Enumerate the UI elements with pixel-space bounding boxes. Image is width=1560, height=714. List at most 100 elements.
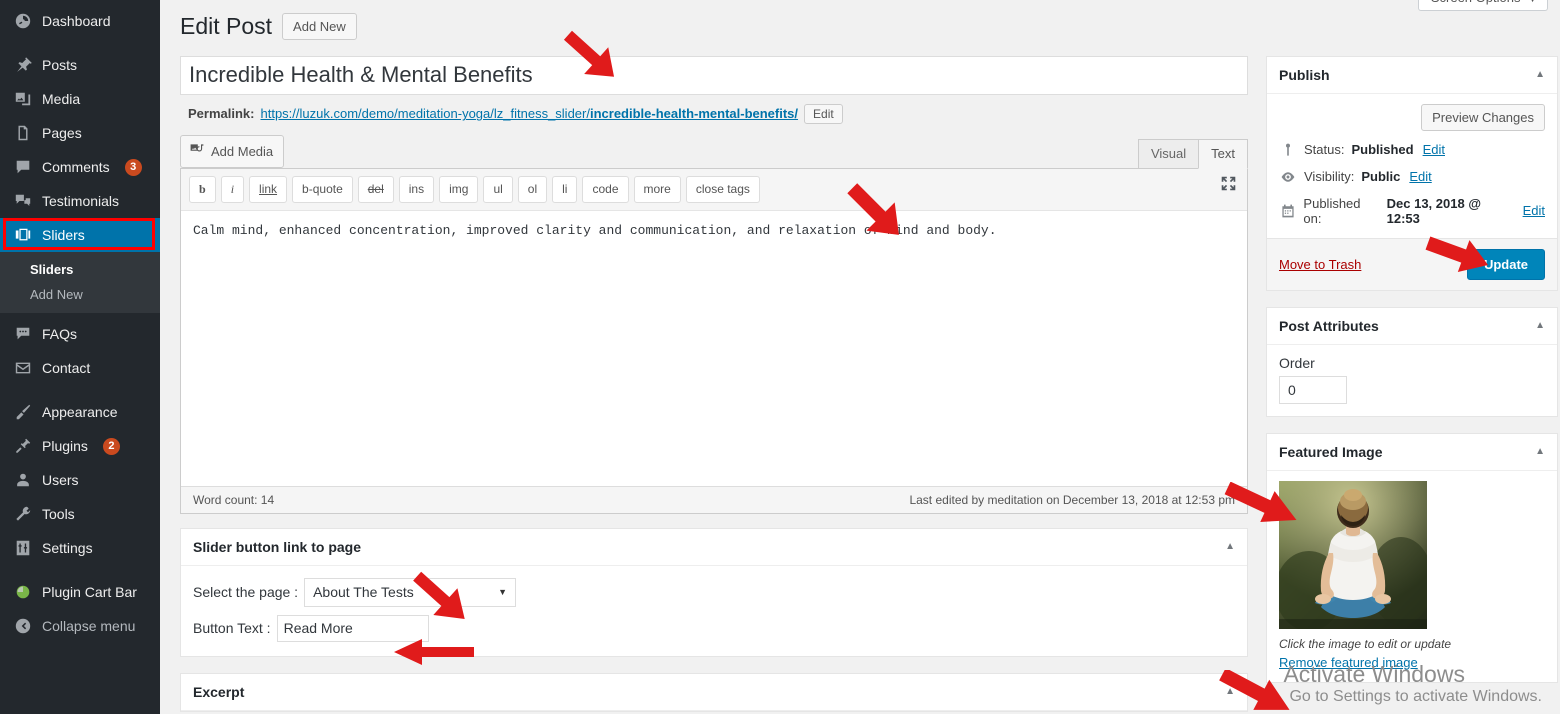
status-row: Status: Published Edit <box>1279 142 1545 158</box>
status-edit-link[interactable]: Edit <box>1423 142 1445 157</box>
tab-visual[interactable]: Visual <box>1137 138 1199 169</box>
submenu-item-add-new[interactable]: Add New <box>0 282 160 307</box>
sidebar-item-label: Users <box>42 472 79 488</box>
remove-featured-image-link[interactable]: Remove featured image <box>1279 655 1545 670</box>
last-edited-info: Last edited by meditation on December 13… <box>909 492 1235 507</box>
sidebar-item-plugins[interactable]: Plugins 2 <box>0 429 160 463</box>
add-media-icon <box>189 142 205 161</box>
chevron-down-icon: ▼ <box>498 587 508 598</box>
sidebar-item-testimonials[interactable]: Testimonials <box>0 184 160 218</box>
qt-button-code[interactable]: code <box>582 175 629 203</box>
chevron-up-icon[interactable]: ▲ <box>1225 541 1235 552</box>
plugins-count-badge: 2 <box>102 437 120 455</box>
published-on-row: Published on: Dec 13, 2018 @ 12:53 Edit <box>1279 196 1545 226</box>
sidebar-item-comments[interactable]: Comments 3 <box>0 150 160 184</box>
testimonials-icon <box>13 191 33 211</box>
qt-button-ol[interactable]: ol <box>517 175 548 203</box>
move-to-trash-link[interactable]: Move to Trash <box>1279 257 1361 272</box>
wordpress-admin-screen: Dashboard Posts Media Pages Comments 3 T… <box>0 0 1560 714</box>
published-on-value: Dec 13, 2018 @ 12:53 <box>1386 195 1481 226</box>
add-new-button[interactable]: Add New <box>282 13 357 41</box>
screen-options-toggle[interactable]: Screen Options ▼ <box>1417 0 1548 11</box>
qt-button-b[interactable]: b <box>189 175 216 203</box>
featured-image-header: Featured Image ▲ <box>1267 434 1557 471</box>
qt-button-ins[interactable]: ins <box>398 175 435 203</box>
sidebar-item-faqs[interactable]: FAQs <box>0 317 160 351</box>
sidebar-item-users[interactable]: Users <box>0 463 160 497</box>
publish-panel-title: Publish <box>1279 66 1330 83</box>
sidebar-item-label: Collapse menu <box>42 618 136 634</box>
select-page-value: About The Tests <box>313 584 414 601</box>
status-value: Published <box>1351 142 1414 158</box>
publish-panel-header: Publish ▲ <box>1267 57 1557 94</box>
qt-button-link[interactable]: link <box>249 175 288 203</box>
permalink-link[interactable]: https://luzuk.com/demo/meditation-yoga/l… <box>260 106 798 121</box>
sidebar-item-label: Comments <box>42 159 110 175</box>
order-input[interactable]: 0 <box>1279 375 1347 404</box>
published-on-label: Published on: <box>1303 195 1361 226</box>
add-media-button[interactable]: Add Media <box>180 134 285 168</box>
fullscreen-icon[interactable] <box>1220 175 1237 197</box>
chevron-up-icon[interactable]: ▲ <box>1535 69 1545 80</box>
sidebar-item-settings[interactable]: Settings <box>0 531 160 565</box>
visibility-value: Public <box>1361 169 1401 185</box>
sidebar-item-label: Contact <box>42 360 91 376</box>
qt-button-b-quote[interactable]: b-quote <box>292 175 353 203</box>
sidebar-item-pages[interactable]: Pages <box>0 116 160 150</box>
chevron-up-icon[interactable]: ▲ <box>1535 446 1545 457</box>
sidebar-item-dashboard[interactable]: Dashboard <box>0 4 160 38</box>
qt-button-img[interactable]: img <box>439 175 479 203</box>
sidebar-item-collapse-menu[interactable]: Collapse menu <box>0 609 160 643</box>
preview-row: Preview Changes <box>1279 103 1545 131</box>
preview-changes-button[interactable]: Preview Changes <box>1421 103 1545 131</box>
excerpt-panel: Excerpt ▲ <box>180 672 1248 712</box>
qt-button-close-tags[interactable]: close tags <box>685 175 760 203</box>
qt-button-li[interactable]: li <box>552 175 578 203</box>
submenu-item-sliders[interactable]: Sliders <box>0 257 160 282</box>
sidebar-item-media[interactable]: Media <box>0 82 160 116</box>
sliders-icon <box>13 225 33 245</box>
select-page-dropdown[interactable]: About The Tests ▼ <box>304 577 517 607</box>
sidebar-divider-2 <box>0 385 160 395</box>
sidebar-item-label: Plugin Cart Bar <box>42 584 137 600</box>
sidebar-item-appearance[interactable]: Appearance <box>0 395 160 429</box>
sidebar-item-posts[interactable]: Posts <box>0 48 160 82</box>
post-attributes-panel: Post Attributes ▲ Order 0 <box>1266 306 1558 417</box>
qt-button-i[interactable]: i <box>220 175 245 203</box>
settings-icon <box>13 538 33 558</box>
post-title-input[interactable]: Incredible Health & Mental Benefits <box>180 55 1248 95</box>
editor-content-textarea[interactable]: Calm mind, enhanced concentration, impro… <box>181 209 1247 486</box>
side-column: Publish ▲ Preview Changes Status: Publis… <box>1266 55 1558 712</box>
faq-icon <box>13 324 33 344</box>
featured-image-body: Click the image to edit or update Remove… <box>1267 471 1557 682</box>
permalink-slug: incredible-health-mental-benefits/ <box>589 106 799 122</box>
visibility-edit-link[interactable]: Edit <box>1409 169 1431 184</box>
published-on-edit-link[interactable]: Edit <box>1523 203 1545 218</box>
qt-button-del[interactable]: del <box>357 175 394 203</box>
screen-options-label: Screen Options <box>1431 0 1521 5</box>
permalink-row: Permalink: https://luzuk.com/demo/medita… <box>180 95 1248 124</box>
qt-button-more[interactable]: more <box>633 175 681 203</box>
slider-button-link-panel: Slider button link to page ▲ Select the … <box>180 527 1248 657</box>
chevron-up-icon[interactable]: ▲ <box>1225 686 1235 697</box>
qt-button-ul[interactable]: ul <box>483 175 513 203</box>
sidebar-item-tools[interactable]: Tools <box>0 497 160 531</box>
tab-text[interactable]: Text <box>1198 138 1248 169</box>
eye-icon <box>1279 169 1297 185</box>
sidebar-item-contact[interactable]: Contact <box>0 351 160 385</box>
post-attributes-body: Order 0 <box>1267 345 1557 416</box>
update-button[interactable]: Update <box>1466 248 1545 280</box>
permalink-edit-button[interactable]: Edit <box>804 103 843 124</box>
featured-image-thumbnail[interactable] <box>1279 480 1427 629</box>
sidebar-item-sliders[interactable]: Sliders <box>0 218 160 252</box>
user-icon <box>13 470 33 490</box>
chevron-up-icon[interactable]: ▲ <box>1535 320 1545 331</box>
sidebar-item-plugin-cart-bar[interactable]: Plugin Cart Bar <box>0 575 160 609</box>
button-text-input[interactable]: Read More <box>276 614 429 642</box>
pages-icon <box>13 123 33 143</box>
permalink-prefix: https://luzuk.com/demo/meditation-yoga/l… <box>260 106 590 122</box>
brush-icon <box>13 402 33 422</box>
calendar-icon <box>1279 203 1296 219</box>
sidebar-item-label: Settings <box>42 540 93 556</box>
post-editor: Add Media Visual Text b i link b-quote d… <box>180 134 1248 514</box>
